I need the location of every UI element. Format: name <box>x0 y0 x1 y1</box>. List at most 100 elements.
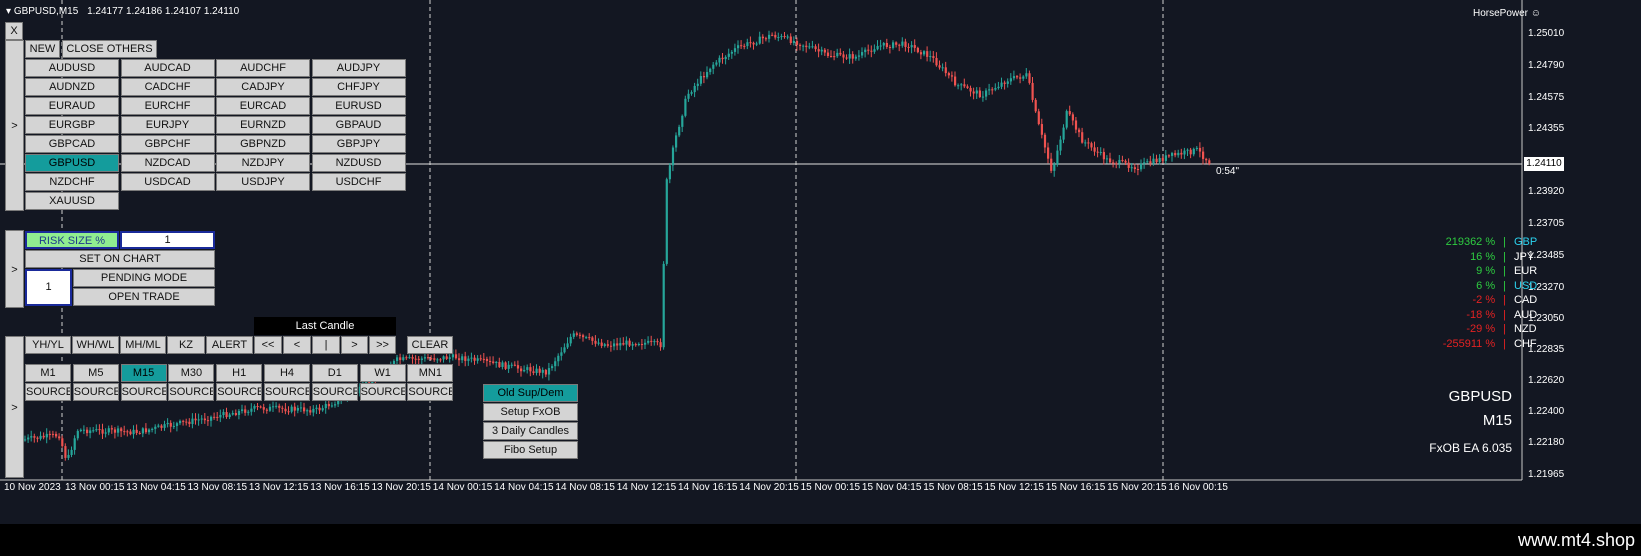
tool-button-7[interactable]: | <box>312 336 340 354</box>
timeframe-button-h4[interactable]: H4 <box>264 364 310 382</box>
pair-button-cadjpy[interactable]: CADJPY <box>216 78 310 96</box>
pair-button-nzdcad[interactable]: NZDCAD <box>120 154 215 172</box>
tools-panel-toggle[interactable]: > <box>5 336 24 478</box>
pair-button-eurjpy[interactable]: EURJPY <box>120 116 215 134</box>
source-button-h1[interactable]: SOURCE <box>216 383 263 401</box>
close-panel-button[interactable]: X <box>5 22 23 40</box>
pair-button-nzdchf[interactable]: NZDCHF <box>25 173 119 191</box>
risk-size-input[interactable]: 1 <box>120 231 215 249</box>
candle-body <box>513 364 516 366</box>
candle-body <box>482 358 485 360</box>
timeframe-button-h1[interactable]: H1 <box>216 364 263 382</box>
pair-button-euraud[interactable]: EURAUD <box>25 97 119 115</box>
tool-button-10[interactable]: CLEAR <box>407 336 453 354</box>
timeframe-button-m1[interactable]: M1 <box>25 364 71 382</box>
close-others-button[interactable]: CLOSE OTHERS <box>62 40 157 58</box>
pair-button-audcad[interactable]: AUDCAD <box>120 59 215 77</box>
timeframe-button-w1[interactable]: W1 <box>359 364 406 382</box>
time-tick: 15 Nov 00:15 <box>800 482 861 493</box>
time-tick: 13 Nov 08:15 <box>187 482 248 493</box>
pair-button-gbpnzd[interactable]: GBPNZD <box>216 135 310 153</box>
dropdown-triangle-icon[interactable]: ▾ <box>6 6 11 17</box>
source-button-m30[interactable]: SOURCE <box>168 383 215 401</box>
pairs-panel-toggle[interactable]: > <box>5 40 24 211</box>
pair-button-eurusd[interactable]: EURUSD <box>311 97 406 115</box>
pair-button-gbpcad[interactable]: GBPCAD <box>25 135 119 153</box>
pair-button-nzdusd[interactable]: NZDUSD <box>311 154 406 172</box>
tool-button-9[interactable]: >> <box>369 336 396 354</box>
setup-button-1[interactable]: Setup FxOB <box>483 403 578 421</box>
pair-button-usdcad[interactable]: USDCAD <box>120 173 215 191</box>
candle-body <box>318 407 321 411</box>
candle-body <box>978 90 981 98</box>
setup-button-2[interactable]: 3 Daily Candles <box>483 422 578 440</box>
source-button-m15[interactable]: SOURCE <box>120 383 167 401</box>
candle-body <box>631 344 634 346</box>
pair-button-audusd[interactable]: AUDUSD <box>25 59 119 77</box>
strength-currency: USD <box>1514 279 1538 292</box>
tool-button-6[interactable]: < <box>283 336 311 354</box>
pair-button-usdchf[interactable]: USDCHF <box>311 173 406 191</box>
candle-body <box>575 333 578 335</box>
candle-body <box>42 435 45 438</box>
pair-button-eurnzd[interactable]: EURNZD <box>216 116 310 134</box>
pending-mode-button[interactable]: PENDING MODE <box>73 269 215 287</box>
source-button-m1[interactable]: SOURCE <box>25 383 71 401</box>
candle-body <box>771 34 774 36</box>
timeframe-button-m5[interactable]: M5 <box>72 364 119 382</box>
candle-body <box>1016 76 1019 78</box>
timeframe-button-m15[interactable]: M15 <box>120 364 167 382</box>
pair-button-eurcad[interactable]: EURCAD <box>216 97 310 115</box>
source-button-h4[interactable]: SOURCE <box>264 383 310 401</box>
candle-body <box>910 45 913 48</box>
candle-body <box>1096 151 1099 153</box>
open-trade-button[interactable]: OPEN TRADE <box>73 288 215 306</box>
candle-body <box>1127 162 1130 168</box>
tool-button-0[interactable]: YH/YL <box>25 336 71 354</box>
pair-button-chfjpy[interactable]: CHFJPY <box>311 78 406 96</box>
pair-button-cadchf[interactable]: CADCHF <box>120 78 215 96</box>
pair-button-gbpchf[interactable]: GBPCHF <box>120 135 215 153</box>
strength-value: 9 % <box>1476 265 1496 277</box>
setup-button-3[interactable]: Fibo Setup <box>483 441 578 459</box>
pair-button-nzdjpy[interactable]: NZDJPY <box>216 154 310 172</box>
setup-button-0[interactable]: Old Sup/Dem <box>483 384 578 402</box>
tool-button-5[interactable]: << <box>254 336 282 354</box>
candle-body <box>476 358 479 361</box>
pair-button-gbpjpy[interactable]: GBPJPY <box>311 135 406 153</box>
pair-button-eurgbp[interactable]: EURGBP <box>25 116 119 134</box>
candle-body <box>560 352 563 356</box>
pair-button-gbpaud[interactable]: GBPAUD <box>311 116 406 134</box>
risk-panel-toggle[interactable]: > <box>5 230 24 308</box>
tool-button-4[interactable]: ALERT <box>206 336 253 354</box>
pair-button-xauusd[interactable]: XAUUSD <box>25 192 119 210</box>
candle-body <box>913 45 916 48</box>
tool-button-8[interactable]: > <box>341 336 368 354</box>
timeframe-button-d1[interactable]: D1 <box>311 364 358 382</box>
chart-area[interactable]: ▾ GBPUSD,M15 1.24177 1.24186 1.24107 1.2… <box>0 0 1641 524</box>
pair-button-audjpy[interactable]: AUDJPY <box>311 59 406 77</box>
pair-button-gbpusd[interactable]: GBPUSD <box>25 154 119 172</box>
pair-button-eurchf[interactable]: EURCHF <box>120 97 215 115</box>
timeframe-button-m30[interactable]: M30 <box>168 364 215 382</box>
source-button-m5[interactable]: SOURCE <box>72 383 119 401</box>
tool-button-2[interactable]: MH/ML <box>120 336 166 354</box>
candle-body <box>904 41 907 47</box>
candle-body <box>634 344 637 346</box>
new-button[interactable]: NEW <box>25 40 60 58</box>
risk-size-label: RISK SIZE % <box>25 231 119 249</box>
timeframe-button-mn1[interactable]: MN1 <box>407 364 454 382</box>
source-button-w1[interactable]: SOURCE <box>359 383 406 401</box>
pair-button-audnzd[interactable]: AUDNZD <box>25 78 119 96</box>
tool-button-1[interactable]: WH/WL <box>72 336 119 354</box>
lots-input[interactable]: 1 <box>25 269 72 306</box>
candle-body <box>873 49 876 52</box>
source-button-mn1[interactable]: SOURCE <box>407 383 454 401</box>
candle-body <box>551 366 554 369</box>
tool-button-3[interactable]: KZ <box>167 336 205 354</box>
strength-currency: EUR <box>1514 265 1538 277</box>
set-on-chart-button[interactable]: SET ON CHART <box>25 250 215 268</box>
pair-button-audchf[interactable]: AUDCHF <box>216 59 310 77</box>
pair-button-usdjpy[interactable]: USDJPY <box>216 173 310 191</box>
source-button-d1[interactable]: SOURCE <box>311 383 358 401</box>
